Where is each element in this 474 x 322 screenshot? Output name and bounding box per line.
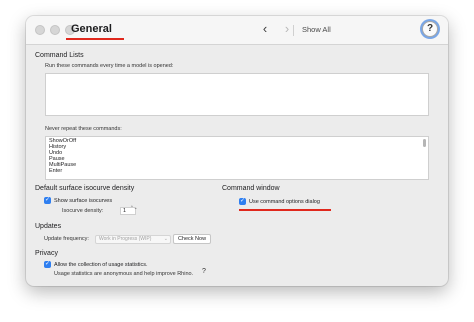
chevron-down-icon: ⌄ [163, 236, 168, 242]
nav-divider [293, 25, 294, 36]
check-now-button[interactable]: Check Now [173, 234, 211, 244]
stepper-arrows-icon[interactable]: ⌃⌄ [130, 205, 138, 215]
use-options-dialog-label: Use command options dialog [249, 199, 320, 205]
run-commands-textarea[interactable] [45, 73, 429, 116]
back-icon[interactable]: ‹ [258, 22, 272, 36]
show-isocurves-checkbox[interactable]: ✓ [44, 197, 51, 204]
titlebar: General ‹ › Show All ? [26, 16, 448, 45]
usage-stats-note: Usage statistics are anonymous and help … [54, 271, 194, 277]
allow-usage-stats-label: Allow the collection of usage statistics… [54, 262, 148, 268]
run-commands-label: Run these commands every time a model is… [45, 63, 174, 69]
list-scrollbar[interactable] [423, 139, 426, 147]
minimize-window-button[interactable] [50, 25, 60, 35]
allow-usage-stats-checkbox[interactable]: ✓ [44, 261, 51, 268]
never-repeat-label: Never repeat these commands: [45, 126, 122, 132]
isocurve-density-label: Isocurve density: [62, 208, 104, 214]
forward-icon[interactable]: › [280, 22, 294, 36]
update-frequency-select[interactable]: Work in Progress (WIP) ⌄ [95, 235, 171, 244]
show-all-button[interactable]: Show All [302, 25, 331, 34]
preferences-window: General ‹ › Show All ? Command Lists Run… [26, 16, 448, 286]
update-frequency-value: Work in Progress (WIP) [99, 236, 152, 242]
command-window-highlight-underline [239, 209, 331, 211]
use-options-dialog-checkbox[interactable]: ✓ [239, 198, 246, 205]
title-highlight-underline [66, 38, 124, 40]
show-isocurves-label: Show surface isocurves [54, 198, 113, 204]
privacy-help-icon[interactable]: ? [202, 268, 206, 275]
never-repeat-list[interactable]: ShowOrOff History Undo Pause MultiPause … [45, 136, 429, 180]
update-frequency-label: Update frequency: [44, 236, 89, 242]
window-title: General [71, 23, 112, 35]
help-icon[interactable]: ? [422, 21, 438, 37]
isocurve-density-heading: Default surface isocurve density [35, 185, 135, 192]
close-window-button[interactable] [35, 25, 45, 35]
updates-heading: Updates [35, 223, 62, 230]
command-lists-heading: Command Lists [35, 52, 84, 59]
privacy-heading: Privacy [35, 250, 58, 257]
command-window-heading: Command window [222, 185, 280, 192]
list-item[interactable]: Enter [46, 168, 428, 174]
